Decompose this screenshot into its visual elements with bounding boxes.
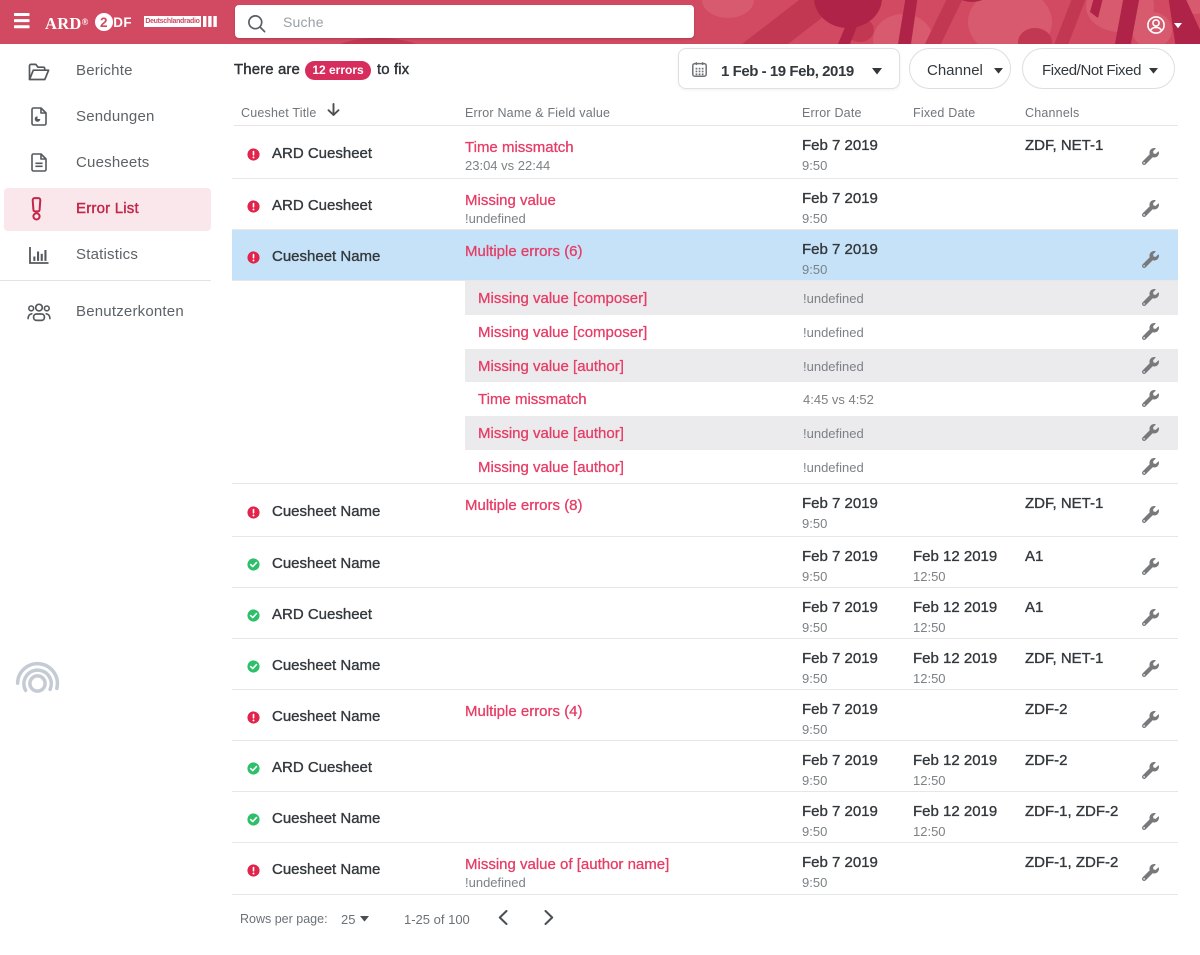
svg-text:DF: DF: [113, 15, 131, 30]
svg-text:2: 2: [100, 15, 108, 30]
